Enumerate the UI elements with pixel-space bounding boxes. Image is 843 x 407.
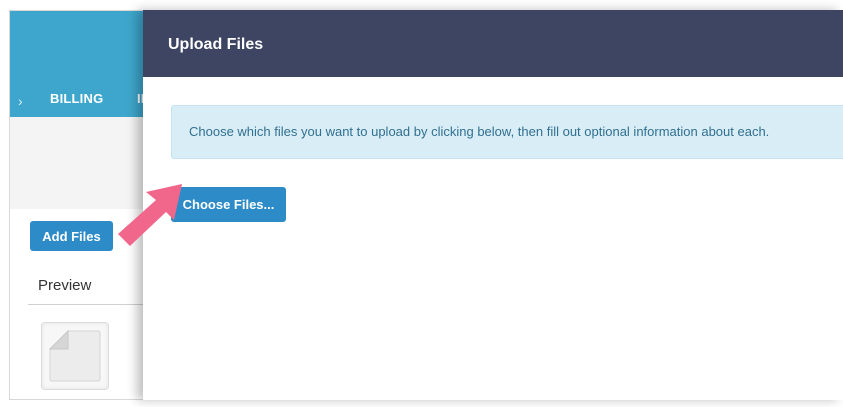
tab-billing[interactable]: BILLING <box>50 91 103 106</box>
info-alert-text: Choose which files you want to upload by… <box>189 124 770 139</box>
modal-title: Upload Files <box>168 36 264 53</box>
arrow-icon <box>118 184 182 246</box>
choose-files-button[interactable]: Choose Files... <box>171 187 286 222</box>
info-alert: Choose which files you want to upload by… <box>171 105 843 159</box>
preview-column-header: Preview <box>38 277 92 294</box>
file-icon <box>48 329 101 382</box>
add-files-button[interactable]: Add Files <box>30 221 113 251</box>
preview-divider <box>28 304 160 305</box>
tab-separator: › <box>18 93 23 109</box>
modal-header: Upload Files <box>143 10 843 77</box>
upload-files-modal: Upload Files Choose which files you want… <box>143 10 843 400</box>
file-thumbnail[interactable] <box>41 322 109 390</box>
